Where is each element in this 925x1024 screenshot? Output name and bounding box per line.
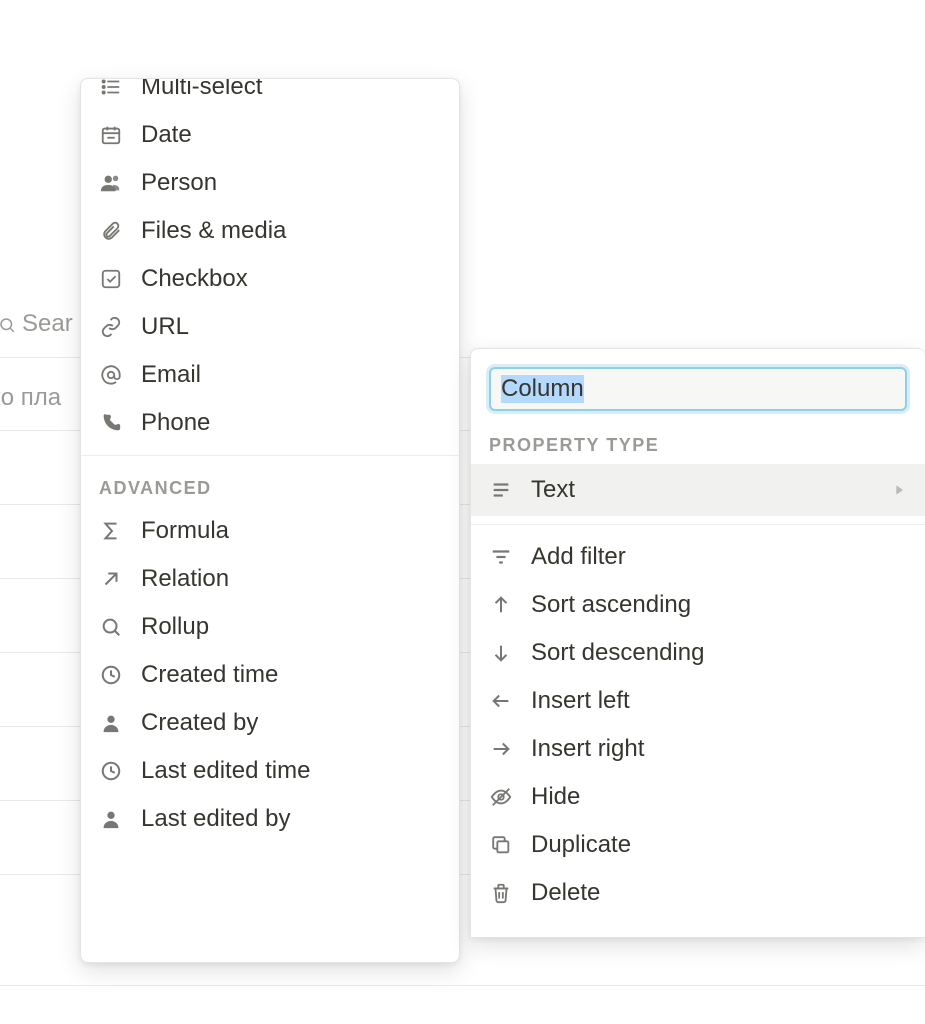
property-option-created-by[interactable]: Created by (81, 699, 459, 747)
property-option-last-edited-by[interactable]: Last edited by (81, 795, 459, 843)
action-sort-ascending[interactable]: Sort ascending (471, 581, 925, 629)
calendar-icon (99, 123, 123, 147)
eye-off-icon (489, 785, 513, 809)
text-lines-icon (489, 478, 513, 502)
property-option-multi-select[interactable]: Multi-select (81, 78, 459, 111)
column-name-field-wrap (471, 349, 925, 421)
property-option-person[interactable]: Person (81, 159, 459, 207)
action-label: Hide (531, 783, 580, 811)
link-icon (99, 315, 123, 339)
property-option-label: Person (141, 169, 217, 197)
people-icon (99, 171, 123, 195)
property-option-checkbox[interactable]: Checkbox (81, 255, 459, 303)
property-option-label: Last edited time (141, 757, 310, 785)
property-option-label: Rollup (141, 613, 209, 641)
table-row-divider (0, 985, 925, 986)
property-option-label: Formula (141, 517, 229, 545)
property-type-selector[interactable]: Text (471, 464, 925, 516)
property-option-email[interactable]: Email (81, 351, 459, 399)
action-label: Delete (531, 879, 600, 907)
duplicate-icon (489, 833, 513, 857)
arrow-down-icon (489, 641, 513, 665)
arrow-right-icon (489, 737, 513, 761)
person-icon (99, 807, 123, 831)
property-option-label: Created time (141, 661, 278, 689)
arrow-up-icon (489, 593, 513, 617)
property-option-label: Relation (141, 565, 229, 593)
property-option-url[interactable]: URL (81, 303, 459, 351)
property-option-label: Checkbox (141, 265, 248, 293)
person-icon (99, 711, 123, 735)
property-option-label: Last edited by (141, 805, 290, 833)
action-label: Sort descending (531, 639, 704, 667)
menu-divider (81, 455, 459, 456)
filter-icon (489, 545, 513, 569)
property-option-label: Created by (141, 709, 258, 737)
column-name-input[interactable] (489, 367, 907, 411)
action-duplicate[interactable]: Duplicate (471, 821, 925, 869)
property-option-date[interactable]: Date (81, 111, 459, 159)
action-delete[interactable]: Delete (471, 869, 925, 917)
advanced-section-header: ADVANCED (81, 464, 459, 507)
property-option-formula[interactable]: Formula (81, 507, 459, 555)
property-option-relation[interactable]: Relation (81, 555, 459, 603)
property-option-files[interactable]: Files & media (81, 207, 459, 255)
action-label: Add filter (531, 543, 626, 571)
chevron-right-icon (891, 482, 907, 498)
menu-divider (471, 524, 925, 525)
property-option-label: Phone (141, 409, 210, 437)
action-label: Sort ascending (531, 591, 691, 619)
property-option-label: Files & media (141, 217, 286, 245)
trash-icon (489, 881, 513, 905)
property-option-label: Date (141, 121, 192, 149)
property-option-last-edited-time[interactable]: Last edited time (81, 747, 459, 795)
property-option-phone[interactable]: Phone (81, 399, 459, 447)
list-icon (99, 78, 123, 99)
action-label: Insert left (531, 687, 630, 715)
action-add-filter[interactable]: Add filter (471, 533, 925, 581)
phone-icon (99, 411, 123, 435)
search-label: Sear (22, 310, 73, 338)
action-label: Insert right (531, 735, 644, 763)
column-context-menu: PROPERTY TYPE Text Add filter Sort ascen… (470, 348, 925, 938)
property-type-label: Text (531, 476, 575, 504)
property-option-label: Multi-select (141, 78, 262, 101)
action-label: Duplicate (531, 831, 631, 859)
clock-icon (99, 759, 123, 783)
checkbox-icon (99, 267, 123, 291)
attachment-icon (99, 219, 123, 243)
sigma-icon (99, 519, 123, 543)
table-cell-text: ко пла (0, 384, 61, 412)
action-insert-left[interactable]: Insert left (471, 677, 925, 725)
property-option-created-time[interactable]: Created time (81, 651, 459, 699)
search-icon (99, 615, 123, 639)
clock-icon (99, 663, 123, 687)
at-icon (99, 363, 123, 387)
search-icon (0, 316, 16, 334)
action-sort-descending[interactable]: Sort descending (471, 629, 925, 677)
property-type-section-header: PROPERTY TYPE (471, 421, 925, 464)
arrow-left-icon (489, 689, 513, 713)
property-option-rollup[interactable]: Rollup (81, 603, 459, 651)
property-option-label: URL (141, 313, 189, 341)
arrow-ne-icon (99, 567, 123, 591)
action-hide[interactable]: Hide (471, 773, 925, 821)
property-option-label: Email (141, 361, 201, 389)
property-type-picker-menu: Multi-select Date Person Files & media C… (80, 78, 460, 963)
action-insert-right[interactable]: Insert right (471, 725, 925, 773)
